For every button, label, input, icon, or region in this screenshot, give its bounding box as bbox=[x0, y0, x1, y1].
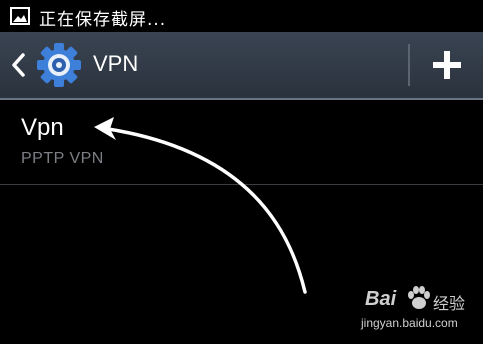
watermark-url: jingyan.baidu.com bbox=[361, 316, 458, 330]
list-item[interactable]: Vpn PPTP VPN bbox=[0, 100, 483, 184]
watermark-experience: 经验 bbox=[433, 296, 466, 313]
list-divider bbox=[0, 184, 483, 185]
status-text: 正在保存截屏... bbox=[39, 10, 167, 30]
watermark: Bai 经验 jingyan.baidu.com bbox=[361, 286, 471, 336]
plus-icon[interactable] bbox=[430, 48, 464, 82]
status-bar: 正在保存截屏... bbox=[0, 0, 483, 32]
vpn-type: PPTP VPN bbox=[21, 150, 104, 167]
image-icon bbox=[10, 7, 30, 25]
paw-icon bbox=[408, 286, 430, 309]
watermark-brand: Bai bbox=[365, 288, 397, 310]
chevron-left-icon[interactable] bbox=[10, 52, 26, 78]
vpn-name: Vpn bbox=[21, 114, 64, 141]
action-bar: VPN bbox=[0, 32, 483, 100]
action-bar-divider bbox=[408, 44, 410, 86]
page-title: VPN bbox=[93, 51, 139, 76]
gear-icon[interactable] bbox=[36, 42, 82, 88]
